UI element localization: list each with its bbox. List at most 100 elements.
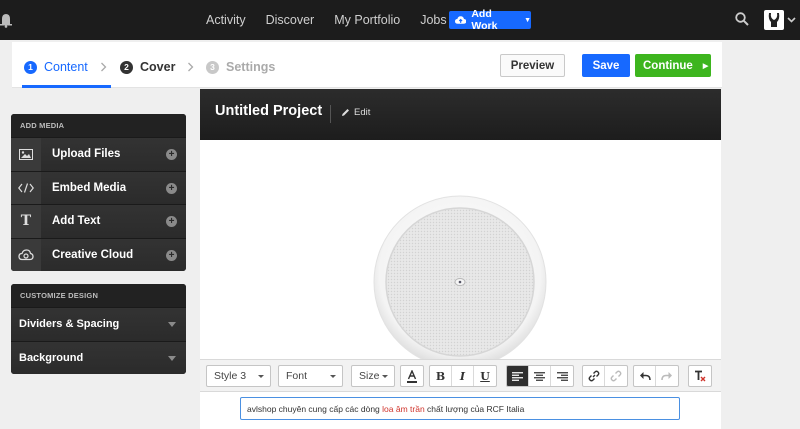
- code-icon: [11, 171, 41, 204]
- alignment-group: [506, 365, 574, 387]
- align-center-button[interactable]: [529, 366, 551, 386]
- text-link[interactable]: loa âm trần: [382, 404, 425, 414]
- text-style-group: B I U: [429, 365, 497, 387]
- history-group: [633, 365, 679, 387]
- step-content[interactable]: 1 Content: [24, 60, 88, 74]
- nav-link-activity[interactable]: Activity: [206, 13, 246, 27]
- preview-button[interactable]: Preview: [500, 54, 565, 77]
- add-work-label: Add Work: [471, 8, 498, 32]
- step-number: 1: [24, 60, 37, 74]
- add-text-button[interactable]: T Add Text +: [11, 204, 186, 238]
- media-item-label: Add Text: [52, 215, 101, 228]
- bold-label: B: [435, 369, 446, 383]
- ceiling-speaker-image[interactable]: [372, 194, 548, 370]
- background-dropdown[interactable]: Background: [11, 340, 186, 374]
- text-content: chất lượng của RCF Italia: [424, 404, 525, 414]
- text-format-toolbar: Style 3 Font Size B I U: [200, 359, 721, 392]
- text-block-input[interactable]: avlshop chuyên cung cấp các dòng loa âm …: [240, 397, 680, 420]
- chevron-down-icon: ▼: [524, 16, 531, 24]
- clear-format-group: [688, 365, 712, 387]
- step-cover[interactable]: 2 Cover: [120, 60, 175, 74]
- redo-button[interactable]: [656, 366, 678, 386]
- step-bar: 1 Content 2 Cover 3 Settings Preview Sav…: [12, 42, 722, 88]
- upload-files-button[interactable]: Upload Files +: [11, 137, 186, 171]
- media-item-label: Upload Files: [52, 148, 121, 161]
- add-work-button[interactable]: Add Work ▼: [449, 8, 531, 32]
- align-left-icon: [512, 371, 523, 381]
- design-item-label: Background: [19, 351, 84, 364]
- style-select[interactable]: Style 3: [206, 365, 271, 387]
- undo-button[interactable]: [634, 366, 656, 386]
- nav-link-my-portfolio[interactable]: My Portfolio: [334, 13, 400, 27]
- media-item-label: Embed Media: [52, 181, 127, 194]
- divider: [330, 105, 331, 123]
- pencil-icon: [342, 109, 349, 116]
- caret-down-icon: [258, 375, 264, 378]
- bell-icon[interactable]: [0, 12, 12, 28]
- align-center-icon: [534, 371, 545, 381]
- caret-down-icon: [168, 355, 176, 361]
- unlink-button[interactable]: [605, 366, 627, 386]
- text-color-group: [400, 365, 424, 387]
- panel-heading: CUSTOMIZE DESIGN: [11, 284, 186, 307]
- creative-cloud-button[interactable]: Creative Cloud +: [11, 237, 186, 271]
- size-value: Size: [359, 370, 380, 382]
- step-settings[interactable]: 3 Settings: [206, 60, 275, 74]
- continue-label: Continue: [643, 59, 693, 72]
- chevron-right-icon: [101, 62, 107, 72]
- italic-button[interactable]: I: [452, 366, 474, 386]
- chevron-down-icon[interactable]: [787, 15, 796, 24]
- size-select[interactable]: Size: [351, 365, 395, 387]
- text-icon: T: [11, 205, 41, 238]
- image-icon: [11, 138, 41, 171]
- align-right-icon: [556, 371, 568, 381]
- step-label: Cover: [140, 60, 176, 74]
- clear-formatting-button[interactable]: [689, 366, 711, 386]
- link-icon: [588, 370, 599, 382]
- panel-heading: ADD MEDIA: [11, 114, 186, 137]
- italic-label: I: [459, 369, 466, 383]
- font-select[interactable]: Font: [278, 365, 343, 387]
- text-color-icon: [407, 369, 417, 383]
- embed-media-button[interactable]: Embed Media +: [11, 170, 186, 204]
- insert-link-button[interactable]: [583, 366, 605, 386]
- cloud-upload-icon: [455, 16, 467, 24]
- chevron-right-icon: [188, 62, 194, 72]
- plus-icon: +: [166, 216, 177, 227]
- unlink-icon: [610, 370, 622, 382]
- project-title[interactable]: Untitled Project: [215, 103, 322, 119]
- caret-down-icon: [330, 375, 336, 378]
- nav-link-jobs[interactable]: Jobs: [420, 13, 446, 27]
- align-left-button[interactable]: [507, 366, 529, 386]
- customize-design-panel: CUSTOMIZE DESIGN Dividers & Spacing Back…: [11, 284, 186, 374]
- redo-icon: [661, 372, 672, 381]
- plus-icon: +: [166, 182, 177, 194]
- step-number: 2: [120, 60, 133, 74]
- dividers-spacing-dropdown[interactable]: Dividers & Spacing: [11, 307, 186, 341]
- save-button[interactable]: Save: [582, 54, 630, 77]
- style-value: Style 3: [214, 370, 247, 382]
- bold-button[interactable]: B: [430, 366, 452, 386]
- font-value: Font: [286, 370, 308, 382]
- underline-button[interactable]: U: [474, 366, 496, 386]
- avatar-logo-icon: [768, 13, 780, 27]
- top-navbar: Activity Discover My Portfolio Jobs Add …: [0, 0, 800, 40]
- link-group: [582, 365, 628, 387]
- underline-label: U: [480, 369, 490, 383]
- project-header: Untitled Project Edit: [200, 89, 721, 140]
- avatar[interactable]: [764, 10, 784, 30]
- add-media-panel: ADD MEDIA Upload Files + Embed Media + T…: [11, 114, 186, 271]
- media-item-label: Creative Cloud: [52, 248, 134, 261]
- step-label: Settings: [226, 60, 276, 74]
- edit-title-button[interactable]: Edit: [341, 107, 370, 118]
- text-content: avlshop chuyên cung cấp các dòng: [247, 404, 383, 414]
- text-color-button[interactable]: [401, 366, 423, 386]
- search-icon[interactable]: [735, 12, 749, 26]
- creative-cloud-icon: [11, 238, 41, 271]
- nav-links: Activity Discover My Portfolio Jobs: [206, 0, 467, 40]
- continue-button[interactable]: Continue ▶: [635, 54, 711, 77]
- align-right-button[interactable]: [551, 366, 573, 386]
- nav-link-discover[interactable]: Discover: [266, 13, 315, 27]
- undo-icon: [639, 372, 651, 381]
- active-step-indicator: [22, 85, 111, 88]
